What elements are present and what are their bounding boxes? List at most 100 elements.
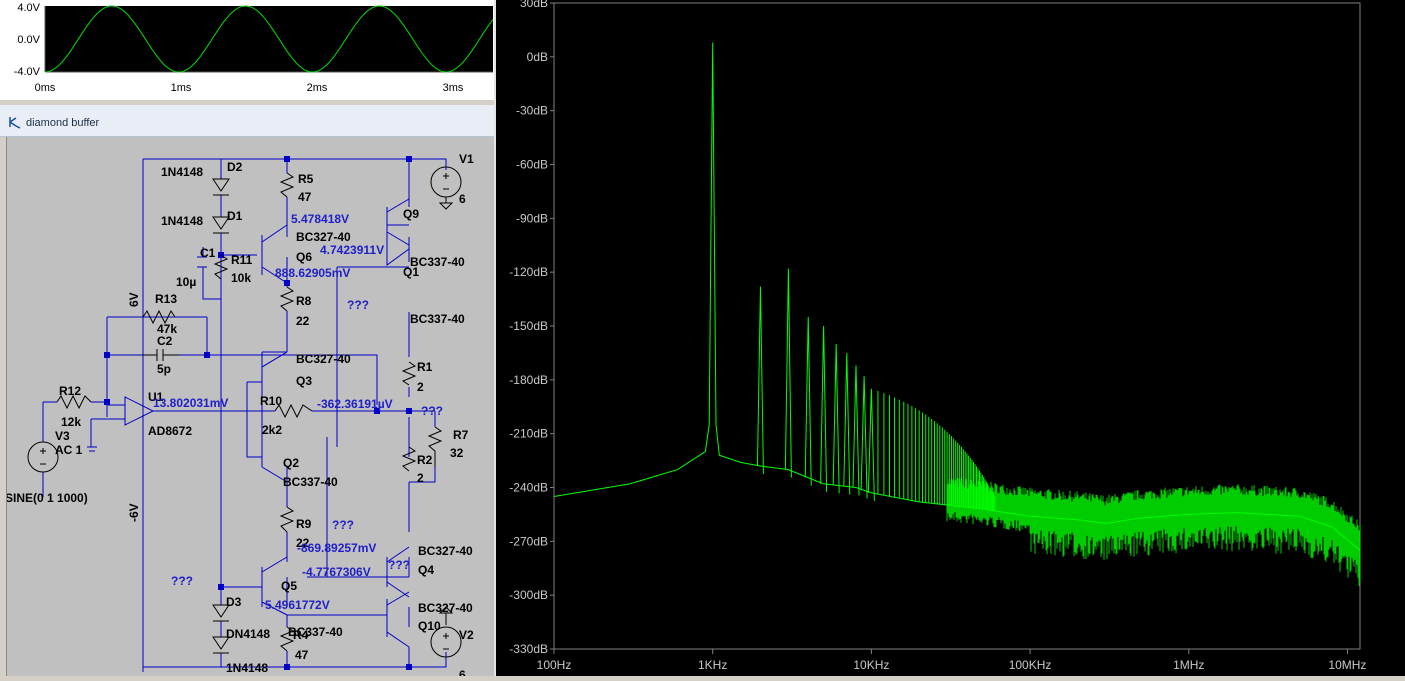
fft-x-tick-label: 100Hz <box>537 658 572 672</box>
q9-label: Q9 <box>403 207 419 221</box>
q6-model: BC327-40 <box>296 230 351 244</box>
q4-model: BC327-40 <box>418 544 473 558</box>
fft-y-tick-label: -210dB <box>509 427 548 441</box>
q3-model: BC327-40 <box>296 352 351 366</box>
c1-label: C1 <box>200 246 216 260</box>
waveform-plot-pane[interactable]: 4.0V 0.0V -4.0V 0ms 1ms 2ms 3ms <box>0 0 496 100</box>
q-upper-model: BC337-40 <box>410 312 465 326</box>
node-voltage[interactable]: 5.4961772V <box>265 598 330 612</box>
schematic-title-bar[interactable]: diamond buffer <box>0 105 496 137</box>
waveform-x-tick: 3ms <box>443 82 464 94</box>
schematic-labels: 1N4148 D2 1N4148 D1 R5 47 Q9 V1 6 BC327-… <box>5 152 474 681</box>
v3-sine: SINE(0 1 1000) <box>7 491 88 505</box>
d2-model: 1N4148 <box>161 165 203 179</box>
d3-label: D3 <box>226 595 242 609</box>
v3-label: V3 <box>55 429 70 443</box>
fft-x-tick-label: 10KHz <box>853 658 889 672</box>
schematic-icon <box>9 117 21 129</box>
node-voltage[interactable]: -362.36191µV <box>317 397 393 411</box>
r11-label: R11 <box>231 253 253 267</box>
fft-y-tick-label: -90dB <box>516 211 548 225</box>
q3-label: Q3 <box>296 374 312 388</box>
waveform-plot-area[interactable] <box>45 6 493 72</box>
r5-label: R5 <box>298 172 314 186</box>
c2-value: 5p <box>157 362 171 376</box>
q10-model: BC327-40 <box>418 601 473 615</box>
node-voltage[interactable]: -4.7767306V <box>302 565 371 579</box>
q4-label: Q4 <box>418 563 434 577</box>
fft-harmonic-spike <box>784 268 792 478</box>
fft-y-tick-label: -150dB <box>509 319 548 333</box>
fft-trace <box>553 42 1361 551</box>
r11-value: 10k <box>231 271 251 285</box>
r5-value: 47 <box>298 190 312 204</box>
r7-value: 32 <box>450 446 464 460</box>
rail-pos-label: 6V <box>127 292 141 307</box>
v1-label: V1 <box>459 152 474 166</box>
waveform-y-tick: -4.0V <box>14 66 41 78</box>
node-voltage[interactable]: 888.62905mV <box>275 266 350 280</box>
d1-model: 1N4148 <box>161 214 203 228</box>
fft-x-tick-label: 1KHz <box>698 658 727 672</box>
fft-y-tick-label: -270dB <box>509 534 548 548</box>
unknown-mark: ??? <box>332 518 354 532</box>
fft-harmonic-spike <box>820 325 828 492</box>
waveform-x-tick: 2ms <box>307 82 328 94</box>
r2-value: 2 <box>417 471 424 485</box>
unknown-mark: ??? <box>388 558 410 572</box>
node-voltage[interactable]: 4.7423911V <box>320 243 384 257</box>
r4-value: 47 <box>295 648 309 662</box>
r12-value: 12k <box>61 415 81 429</box>
schematic-window[interactable]: diamond buffer 1N4148 D2 1N4148 D1 R5 47… <box>0 105 496 681</box>
r1-value: 2 <box>417 380 424 394</box>
waveform-plot[interactable]: 4.0V 0.0V -4.0V 0ms 1ms 2ms 3ms <box>0 0 496 100</box>
fft-harmonic-spike <box>867 388 875 501</box>
fft-plot-pane[interactable]: 30dB 0dB -30dB -60dB -90dB -120dB -150dB -180dB… <box>496 0 1405 676</box>
q2-model: BC337-40 <box>283 475 338 489</box>
fft-y-tick-label: 0dB <box>527 50 548 64</box>
node-voltage[interactable]: 5.478418V <box>291 212 349 226</box>
v3-ac: AC 1 <box>55 443 83 457</box>
fft-x-tick-label: 1MHz <box>1173 658 1204 672</box>
node-voltage[interactable]: 13.802031mV <box>153 396 228 410</box>
r10-label: R10 <box>260 394 282 408</box>
fft-x-tick-label: 10MHz <box>1328 658 1366 672</box>
fft-harmonic-spike <box>860 376 868 499</box>
schematic-title: diamond buffer <box>26 117 100 129</box>
unknown-mark: ??? <box>171 574 193 588</box>
d1-label: D1 <box>227 209 243 223</box>
fft-y-tick-label: -180dB <box>509 373 548 387</box>
r7-label: R7 <box>453 428 469 442</box>
fft-harmonic-spike <box>843 352 851 495</box>
c2-label: C2 <box>157 334 173 348</box>
r4-label: R4 <box>293 628 309 642</box>
d4-model: 1N4148 <box>226 661 268 675</box>
fft-tick-group: 30dB 0dB -30dB -60dB -90dB -120dB -150dB -180dB… <box>509 0 1366 672</box>
schematic-canvas[interactable]: 1N4148 D2 1N4148 D1 R5 47 Q9 V1 6 BC327-… <box>5 137 495 681</box>
q6-label: Q6 <box>296 250 312 264</box>
schematic-wires <box>42 158 447 672</box>
fft-plot[interactable]: 30dB 0dB -30dB -60dB -90dB -120dB -150dB -180dB… <box>496 0 1405 676</box>
d2-label: D2 <box>227 160 243 174</box>
schematic-drawing[interactable]: 1N4148 D2 1N4148 D1 R5 47 Q9 V1 6 BC327-… <box>5 137 495 681</box>
capacitor-c2 <box>143 349 179 361</box>
fft-noise-band <box>946 478 1361 587</box>
node-voltage[interactable]: -869.89257mV <box>297 541 376 555</box>
q10-label: Q10 <box>418 619 441 633</box>
fft-harmonic-spike <box>804 317 812 486</box>
r1-label: R1 <box>417 360 433 374</box>
r12-label: R12 <box>59 384 81 398</box>
fft-y-tick-label: -60dB <box>516 158 548 172</box>
fft-harmonic-spike <box>832 343 840 494</box>
node-voltage-labels[interactable]: 5.478418V 4.7423911V 888.62905mV 13.8020… <box>153 212 443 612</box>
schematic-sources <box>27 166 462 658</box>
fft-harmonic-spike <box>756 286 764 474</box>
c1-value: 10µ <box>176 275 196 289</box>
v2-label: V2 <box>459 628 474 642</box>
r8-value: 22 <box>296 314 310 328</box>
fft-x-tick-label: 100KHz <box>1009 658 1052 672</box>
unknown-mark: ??? <box>347 298 369 312</box>
q2-label: Q2 <box>283 456 299 470</box>
fft-y-tick-label: -30dB <box>516 104 548 118</box>
waveform-x-tick: 1ms <box>171 82 192 94</box>
